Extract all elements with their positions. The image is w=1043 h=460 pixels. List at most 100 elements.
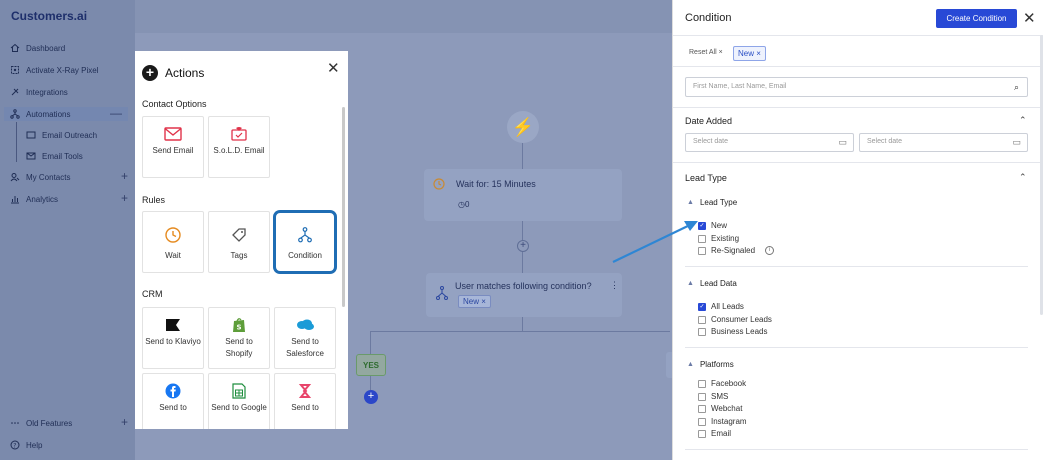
- checkbox-label: Existing: [711, 234, 740, 243]
- action-card-salesforce[interactable]: Send to Salesforce: [274, 307, 336, 369]
- condition-panel: Condition Create Condition ✕ Reset All ×…: [672, 0, 1043, 460]
- google-sheets-icon: [232, 383, 246, 399]
- action-card-condition[interactable]: Condition: [274, 211, 336, 273]
- create-condition-button[interactable]: Create Condition: [936, 9, 1017, 28]
- add-step-button[interactable]: +: [364, 390, 378, 404]
- sidebar-item-xray-pixel[interactable]: Activate X-Ray Pixel: [10, 63, 128, 77]
- platforms-group-title[interactable]: ▲ Platforms: [687, 360, 734, 369]
- sidebar-item-my-contacts[interactable]: My Contacts +: [10, 170, 128, 184]
- checkbox-sms[interactable]: SMS: [698, 392, 728, 401]
- checkbox-all-leads[interactable]: ✓ All Leads: [698, 302, 744, 311]
- action-card-label: Condition: [288, 251, 322, 260]
- condition-node-label: User matches following condition?: [455, 281, 592, 291]
- active-filter-chip[interactable]: New ×: [733, 46, 766, 61]
- action-card-shopify[interactable]: S Send to Shopify: [208, 307, 270, 369]
- checkbox-checked-icon[interactable]: ✓: [698, 221, 706, 230]
- action-card-wait[interactable]: Wait: [142, 211, 204, 273]
- checkbox-webchat[interactable]: Webchat: [698, 404, 742, 413]
- more-icon: [11, 422, 19, 424]
- checkbox-icon[interactable]: [698, 429, 706, 438]
- expand-plus-icon[interactable]: +: [121, 170, 128, 182]
- sidebar-item-analytics[interactable]: Analytics +: [10, 192, 128, 206]
- date-to-input[interactable]: Select date ▭: [859, 133, 1028, 152]
- action-card-label: Send to Shopify: [225, 337, 253, 358]
- sidebar-item-help[interactable]: ? Help: [10, 438, 128, 452]
- chevron-up-icon[interactable]: ⌃: [1019, 115, 1027, 126]
- checkbox-new[interactable]: ✓ New: [698, 221, 727, 230]
- calendar-icon[interactable]: ▭: [838, 137, 847, 148]
- expand-plus-icon[interactable]: +: [121, 192, 128, 204]
- collapse-icon[interactable]: —: [110, 107, 122, 119]
- sidebar-item-label: My Contacts: [26, 172, 71, 182]
- sidebar-item-label: Dashboard: [26, 43, 66, 53]
- chevron-up-icon[interactable]: ⌃: [1019, 172, 1027, 183]
- action-card-facebook[interactable]: Send to: [142, 373, 204, 429]
- action-card-send-email[interactable]: Send Email: [142, 116, 204, 178]
- sidebar-item-email-outreach[interactable]: Email Outreach: [26, 128, 128, 142]
- expand-plus-icon[interactable]: +: [121, 416, 128, 428]
- info-icon[interactable]: i: [765, 246, 775, 255]
- actions-title: Actions: [165, 66, 205, 80]
- reset-all-button[interactable]: Reset All ×: [689, 49, 723, 56]
- checkbox-icon[interactable]: [698, 404, 706, 413]
- lead-type-group-title[interactable]: ▲ Lead Type: [687, 198, 737, 207]
- remove-chip-icon[interactable]: ×: [756, 49, 761, 58]
- sidebar-item-automations[interactable]: Automations —: [4, 107, 128, 121]
- checkbox-icon[interactable]: [698, 417, 706, 426]
- close-icon[interactable]: ✕: [1023, 9, 1036, 27]
- sidebar-item-old-features[interactable]: Old Features +: [10, 416, 128, 430]
- contacts-icon: [10, 173, 20, 182]
- checkbox-email[interactable]: Email: [698, 429, 731, 438]
- checkbox-icon[interactable]: [698, 246, 706, 255]
- lead-data-group-title[interactable]: ▲ Lead Data: [687, 279, 737, 288]
- lead-type-section-title: Lead Type: [685, 173, 727, 183]
- checkbox-consumer-leads[interactable]: Consumer Leads: [698, 315, 772, 324]
- calendar-icon[interactable]: ▭: [1012, 137, 1021, 148]
- close-icon[interactable]: ✕: [327, 59, 340, 77]
- add-circle-icon: +: [142, 65, 158, 81]
- add-step-icon[interactable]: +: [517, 240, 529, 252]
- more-vertical-icon[interactable]: ⋮: [610, 280, 619, 291]
- checkbox-facebook[interactable]: Facebook: [698, 379, 746, 388]
- actions-modal: + Actions ✕ Contact Options Send Email S…: [135, 51, 348, 429]
- date-added-title: Date Added: [685, 116, 733, 126]
- action-card-klaviyo[interactable]: Send to Klaviyo: [142, 307, 204, 369]
- checkbox-existing[interactable]: Existing: [698, 234, 739, 243]
- action-card-label: Wait: [165, 251, 181, 260]
- help-icon: ?: [10, 440, 20, 450]
- action-card-sold-email[interactable]: S.o.L.D. Email: [208, 116, 270, 178]
- checkbox-icon[interactable]: [698, 379, 706, 388]
- search-input[interactable]: First Name, Last Name, Email ⌕: [685, 77, 1028, 97]
- divider: [685, 347, 1028, 348]
- checkbox-icon[interactable]: [698, 315, 706, 324]
- condition-node[interactable]: User matches following condition? ⋮ New …: [426, 273, 622, 317]
- checkbox-icon[interactable]: [698, 234, 706, 243]
- wait-node-count-value: 0: [464, 200, 470, 209]
- checkbox-instagram[interactable]: Instagram: [698, 417, 747, 426]
- date-from-input[interactable]: Select date ▭: [685, 133, 854, 152]
- action-card-integration[interactable]: Send to: [274, 373, 336, 429]
- clock-icon: [433, 178, 445, 190]
- sidebar-item-label: Help: [26, 440, 43, 450]
- svg-text:S: S: [237, 324, 242, 332]
- section-heading: Rules: [142, 195, 166, 205]
- sidebar-item-email-tools[interactable]: Email Tools: [26, 149, 128, 163]
- action-card-google-sheets[interactable]: Send to Google: [208, 373, 270, 429]
- wait-node-label: Wait for: 15 Minutes: [456, 179, 536, 189]
- checkbox-icon[interactable]: [698, 327, 706, 336]
- action-card-tags[interactable]: Tags: [208, 211, 270, 273]
- checkbox-icon[interactable]: [698, 392, 706, 401]
- checkbox-checked-icon[interactable]: ✓: [698, 302, 706, 311]
- condition-branch-icon: [436, 286, 448, 300]
- checkbox-re-signaled[interactable]: Re-Signaled i: [698, 246, 775, 255]
- sidebar-item-integrations[interactable]: Integrations: [10, 85, 128, 99]
- search-icon[interactable]: ⌕: [1014, 82, 1019, 93]
- trigger-node[interactable]: ⚡: [507, 111, 539, 143]
- klaviyo-icon: [166, 319, 180, 331]
- divider: [673, 35, 1043, 36]
- checkbox-business-leads[interactable]: Business Leads: [698, 327, 767, 336]
- wait-node[interactable]: Wait for: 15 Minutes ◷0: [424, 169, 622, 221]
- pixel-icon: [11, 66, 19, 74]
- sidebar-item-dashboard[interactable]: Dashboard: [10, 41, 128, 55]
- actions-scrollbar[interactable]: [342, 107, 345, 307]
